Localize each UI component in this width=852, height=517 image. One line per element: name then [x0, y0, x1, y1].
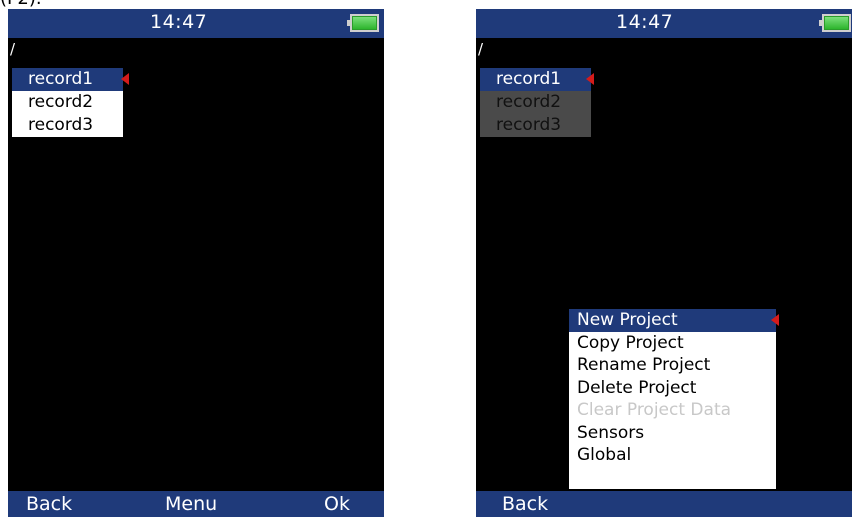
record-label: record2 — [28, 92, 94, 112]
status-bar: 14:47 — [8, 9, 384, 38]
list-item-record3: record3 — [480, 114, 591, 137]
list-item-record2[interactable]: record2 — [12, 91, 123, 114]
menu-item-sensors[interactable]: Sensors — [569, 422, 776, 445]
softkey-bar: Back Menu Ok — [8, 491, 384, 517]
figure-caption: (F2). — [0, 0, 42, 8]
list-item-record2: record2 — [480, 91, 591, 114]
record-label: record3 — [496, 115, 562, 135]
status-bar: 14:47 — [476, 9, 852, 38]
figure: (F2). 14:47 / record1 record2 record3 Ba… — [0, 0, 852, 517]
list-item-record1[interactable]: record1 — [12, 68, 129, 91]
menu-item-label: Global — [577, 445, 632, 465]
menu-item-label: Copy Project — [577, 332, 684, 353]
selection-marker-icon — [771, 314, 779, 326]
menu-item-copy-project[interactable]: Copy Project — [569, 332, 776, 355]
record-label: record1 — [28, 69, 94, 89]
current-path: / — [10, 40, 16, 58]
battery-icon — [819, 14, 851, 32]
menu-softkey[interactable]: Menu — [165, 491, 217, 517]
menu-item-label: Rename Project — [577, 355, 711, 375]
menu-item-new-project[interactable]: New Project — [569, 309, 779, 332]
menu-item-global[interactable]: Global — [569, 444, 776, 467]
record-label: record3 — [28, 115, 94, 135]
softkey-bar: Back — [476, 491, 852, 517]
menu-item-label: Clear Project Data — [577, 400, 732, 420]
menu-item-label: New Project — [577, 310, 678, 330]
context-menu: New Project Copy Project Rename Project … — [569, 309, 779, 489]
battery-icon — [347, 14, 379, 32]
ok-softkey[interactable]: Ok — [324, 491, 350, 517]
back-softkey[interactable]: Back — [502, 491, 548, 517]
device-screen-menu: 14:47 / record1 record2 record3 New Proj… — [476, 9, 852, 517]
record-label: record1 — [496, 69, 562, 89]
menu-item-label: Delete Project — [577, 377, 697, 398]
menu-item-rename-project[interactable]: Rename Project — [569, 354, 776, 377]
back-softkey[interactable]: Back — [26, 491, 72, 517]
record-list: record1 record2 record3 — [480, 68, 594, 137]
record-label: record2 — [496, 92, 562, 112]
selection-marker-icon — [586, 73, 594, 85]
selection-marker-icon — [121, 73, 129, 85]
clock: 14:47 — [616, 11, 674, 33]
list-item-record1: record1 — [480, 68, 594, 91]
device-screen-browser: 14:47 / record1 record2 record3 Back Men… — [8, 9, 384, 517]
menu-item-label: Sensors — [577, 422, 645, 443]
menu-item-clear-project-data: Clear Project Data — [569, 399, 776, 422]
clock: 14:47 — [150, 11, 208, 33]
current-path: / — [478, 40, 484, 58]
record-list: record1 record2 record3 — [12, 68, 129, 137]
menu-item-delete-project[interactable]: Delete Project — [569, 377, 776, 400]
list-item-record3[interactable]: record3 — [12, 114, 123, 137]
